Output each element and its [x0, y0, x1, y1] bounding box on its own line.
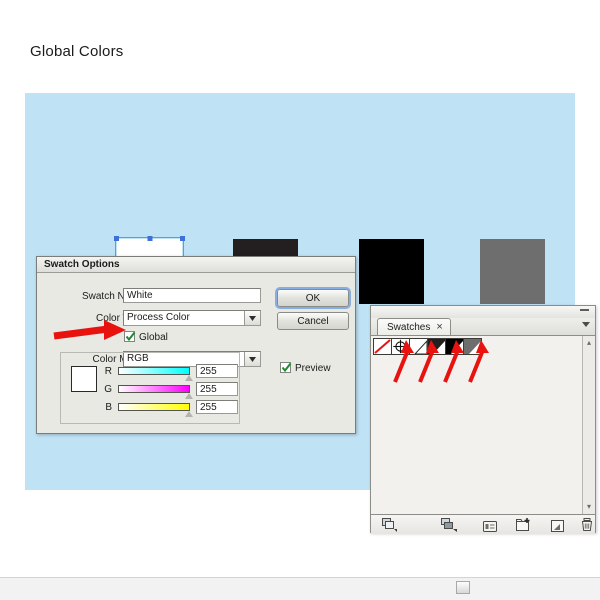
slider-thumb-r[interactable]	[185, 375, 193, 381]
channel-value-b[interactable]: 255	[196, 400, 238, 414]
global-checkbox[interactable]	[124, 331, 136, 342]
swatch-name-input[interactable]: White	[123, 288, 261, 303]
swatch-cell-black[interactable]	[445, 338, 464, 355]
color-type-select[interactable]: Process Color	[123, 310, 261, 326]
swatches-panel-footer	[371, 515, 595, 534]
global-corner-triangle-icon	[433, 341, 445, 354]
panel-tab-strip: Swatches ×	[371, 318, 595, 336]
color-type-value: Process Color	[127, 312, 190, 323]
swatch-cell-registration[interactable]	[391, 338, 410, 355]
swatch-cell-dark[interactable]	[427, 338, 446, 355]
swatch-cell-white[interactable]	[409, 338, 428, 355]
checkmark-icon	[281, 362, 292, 373]
channel-label-r: R	[104, 366, 112, 377]
channel-label-g: G	[104, 384, 112, 395]
swatch-cell-none[interactable]	[373, 338, 392, 355]
ok-button[interactable]: OK	[277, 289, 349, 307]
scroll-down-icon[interactable]: ▾	[585, 503, 593, 511]
screenshot-root: Global Colors Swatch Options Swatch Name…	[0, 0, 600, 600]
dialog-title-bar: Swatch Options	[37, 257, 355, 273]
scroll-up-icon[interactable]: ▴	[585, 339, 593, 347]
swatch-grid	[373, 338, 482, 355]
channel-slider-g[interactable]	[118, 385, 193, 399]
panel-menu-icon[interactable]	[582, 322, 590, 327]
tab-swatches-label: Swatches	[387, 321, 431, 333]
slider-thumb-b[interactable]	[185, 411, 193, 417]
swatches-panel[interactable]: Swatches × ▴ ▾	[370, 305, 596, 534]
show-swatch-kinds-menu-icon[interactable]	[441, 518, 457, 537]
channel-slider-r[interactable]	[118, 367, 193, 381]
close-icon[interactable]: ×	[436, 321, 442, 333]
new-swatch-icon[interactable]	[551, 519, 564, 537]
preview-checkbox-label: Preview	[295, 363, 331, 374]
swatch-cell-gray[interactable]	[463, 338, 482, 355]
checkmark-icon	[125, 331, 136, 342]
panel-title-bar[interactable]	[371, 306, 595, 318]
window-thumbnail-icon[interactable]	[456, 581, 470, 594]
swatch-color-preview	[71, 366, 97, 392]
swatches-scrollbar[interactable]: ▴ ▾	[582, 336, 595, 514]
artwork-square-gray[interactable]	[480, 239, 545, 304]
chevron-down-icon[interactable]	[244, 311, 260, 325]
delete-swatch-icon[interactable]	[581, 518, 593, 536]
cancel-button[interactable]: Cancel	[277, 312, 349, 330]
slider-thumb-g[interactable]	[185, 393, 193, 399]
page-title: Global Colors	[30, 43, 124, 60]
global-corner-triangle-icon	[469, 341, 481, 354]
minimize-icon[interactable]	[580, 309, 589, 311]
global-corner-line-icon	[414, 340, 427, 354]
preview-checkbox[interactable]	[280, 362, 292, 373]
artwork-square-black[interactable]	[359, 239, 424, 304]
channel-label-b: B	[105, 402, 112, 413]
global-checkbox-label: Global	[139, 332, 168, 343]
swatch-libraries-menu-icon[interactable]	[382, 518, 397, 537]
channel-slider-b[interactable]	[118, 403, 193, 417]
bottom-status-bar	[0, 577, 600, 600]
channel-value-g[interactable]: 255	[196, 382, 238, 396]
tab-swatches[interactable]: Swatches ×	[377, 318, 451, 335]
new-color-group-icon[interactable]	[516, 518, 531, 536]
none-slash-icon	[374, 339, 391, 354]
channel-value-r[interactable]: 255	[196, 364, 238, 378]
chevron-down-icon[interactable]	[244, 352, 260, 366]
swatches-list[interactable]: ▴ ▾	[371, 336, 595, 515]
registration-target-icon	[393, 339, 408, 354]
global-corner-triangle-icon	[451, 341, 463, 354]
swatch-options-icon[interactable]	[483, 519, 497, 537]
